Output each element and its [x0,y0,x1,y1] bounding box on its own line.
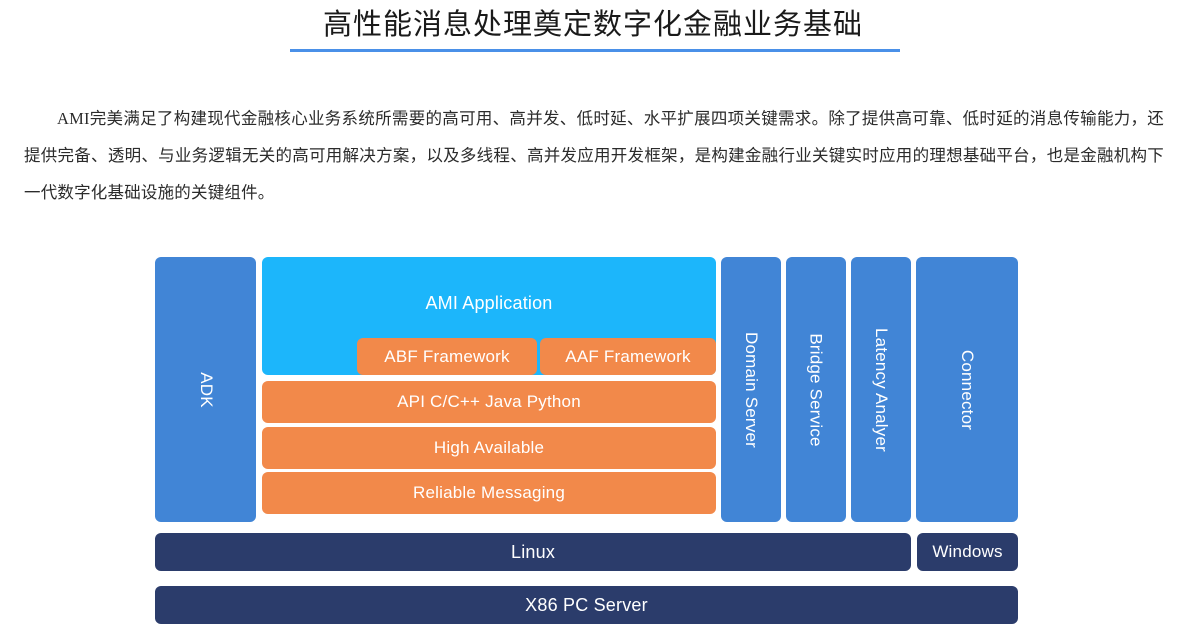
diagram-block-x86-pc-server: X86 PC Server [155,586,1018,624]
diagram-block-latency-analyer: Latency Analyer [851,257,911,522]
diagram-block-bridge-service: Bridge Service [786,257,846,522]
diagram-block-windows: Windows [917,533,1018,571]
bridge-service-label: Bridge Service [807,332,827,447]
diagram-block-domain-server: Domain Server [721,257,781,522]
architecture-diagram: ADK AMI Application ABF Framework AAF Fr… [0,0,1186,634]
diagram-block-aaf-framework: AAF Framework [540,338,716,375]
connector-label: Connector [957,349,977,430]
aaf-framework-label: AAF Framework [565,346,691,366]
ami-application-label: AMI Application [425,293,553,313]
diagram-block-reliable-messaging: Reliable Messaging [262,472,716,514]
abf-framework-label: ABF Framework [384,346,510,366]
diagram-block-linux: Linux [155,533,911,571]
diagram-block-adk: ADK [155,257,256,522]
diagram-block-abf-framework: ABF Framework [357,338,537,375]
diagram-block-high-available: High Available [262,427,716,469]
x86-pc-server-label: X86 PC Server [525,594,648,615]
windows-label: Windows [932,542,1003,561]
domain-server-label: Domain Server [742,331,762,448]
diagram-block-api-layer: API C/C++ Java Python [262,381,716,423]
adk-label: ADK [196,371,216,408]
latency-analyer-label: Latency Analyer [872,327,891,452]
slide-page: 高性能消息处理奠定数字化金融业务基础 AMI完美满足了构建现代金融核心业务系统所… [0,0,1186,634]
diagram-block-connector: Connector [916,257,1018,522]
linux-label: Linux [510,541,556,562]
reliable-messaging-label: Reliable Messaging [413,483,565,502]
high-available-label: High Available [433,438,545,457]
api-layer-label: API C/C++ Java Python [397,392,581,411]
